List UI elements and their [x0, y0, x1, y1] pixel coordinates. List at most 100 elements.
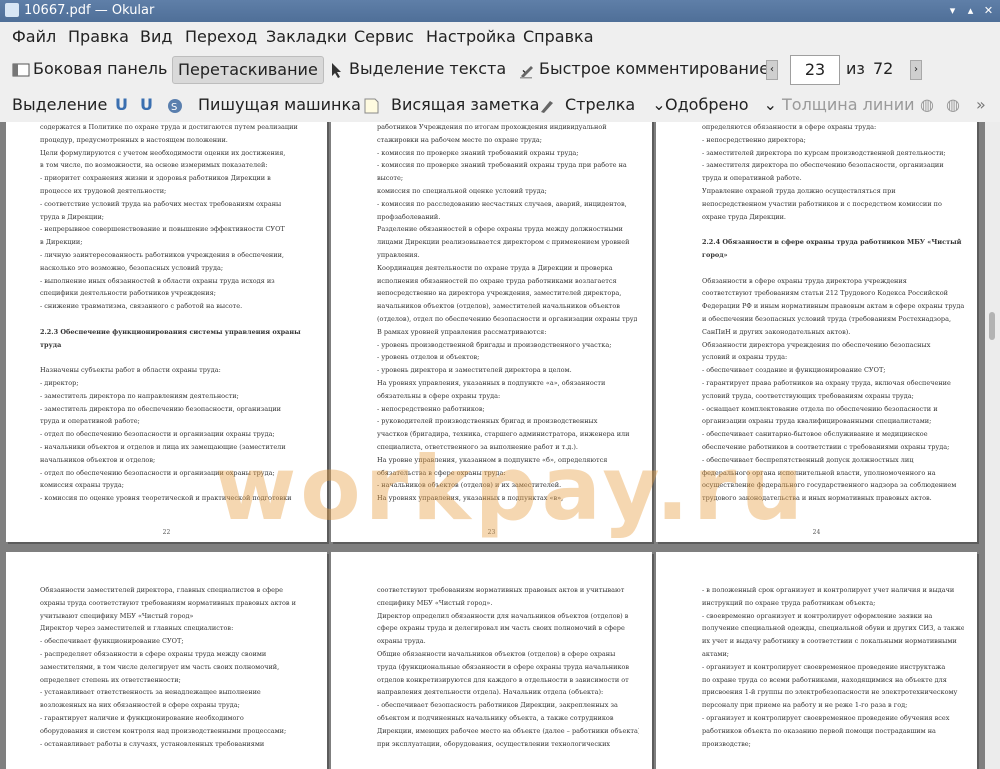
text-line: осуществление федерального государственн… — [702, 481, 957, 490]
menu-settings[interactable]: Настройка — [426, 27, 516, 46]
text-line — [40, 351, 310, 364]
text-line: - обеспечивает санитарно-бытовое обслужи… — [702, 430, 928, 439]
vertical-scrollbar[interactable] — [985, 122, 1000, 769]
page-number: 22 — [162, 529, 171, 536]
prev-page-icon[interactable]: ‹ — [766, 60, 778, 80]
text-line: при эксплуатации, оборудования, осуществ… — [377, 739, 611, 748]
text-line: насколько это возможно, безопасных услов… — [40, 263, 224, 272]
text-line: На уровнях управления, указанных в подпу… — [377, 378, 606, 387]
stamp-button[interactable]: Одобрено ⌄ — [665, 92, 777, 118]
text-line: персоналу при приеме на работу и не реже… — [702, 701, 908, 710]
strikeout-icon[interactable]: S — [166, 92, 187, 118]
menu-bookmarks[interactable]: Закладки — [266, 27, 347, 46]
text-line: - уровень директора и заместителей дирек… — [377, 366, 572, 375]
menu-file[interactable]: Файл — [12, 27, 56, 46]
text-line: в том числе, по возможности, на основе и… — [40, 161, 268, 170]
close-icon[interactable]: ✕ — [982, 4, 995, 17]
scrollbar-thumb[interactable] — [989, 312, 995, 340]
text-line: сфере охраны труда и делегировал им част… — [377, 624, 625, 633]
text-line: Координация деятельности по охране труда… — [377, 263, 613, 272]
opacity-icon[interactable]: ◍ — [946, 92, 960, 118]
squiggle-icon[interactable]: U — [140, 92, 153, 118]
highlight-button[interactable]: Выделение — [12, 92, 107, 118]
text-select-button[interactable]: Выделение текста ⌄ — [328, 56, 533, 82]
note-icon — [362, 97, 380, 115]
text-line: получение специальной одежды, специально… — [702, 624, 964, 633]
text-line: Дирекции, имеющих рабочее место на объек… — [377, 726, 639, 735]
menu-view[interactable]: Вид — [140, 27, 172, 46]
text-line: - заместителя директора по обеспечению б… — [702, 161, 944, 170]
line-width-button[interactable]: Толщина линии — [782, 92, 915, 118]
text-line: - уровень отделов и объектов; — [377, 353, 480, 362]
quick-comment-button[interactable]: Быстрое комментирование — [518, 56, 769, 82]
text-line: соответствуют требованиям статьи 212 Тру… — [702, 289, 948, 298]
text-select-label: Выделение текста — [349, 59, 507, 78]
text-line: охране труда Дирекции. — [702, 212, 786, 221]
text-line: работников объекта по оказанию первой по… — [702, 726, 936, 735]
chevron-down-icon[interactable]: ⌄ — [652, 95, 665, 114]
maximize-icon[interactable]: ▴ — [964, 4, 977, 17]
text-line: 2.2.4 Обязанности в сфере охраны труда р… — [702, 238, 962, 247]
text-line — [40, 313, 310, 326]
text-line: Цели формулируются с учетом необходимост… — [40, 148, 286, 157]
text-line: условий и охраны труда: — [702, 353, 788, 362]
menu-edit[interactable]: Правка — [68, 27, 129, 46]
text-line: - выполнение иных обязанностей в области… — [40, 276, 275, 285]
text-line: присвоения 1-й группы по электробезопасн… — [702, 688, 958, 697]
drag-mode-button[interactable]: Перетаскивание — [172, 56, 324, 84]
text-line: определяет степень их ответственности; — [40, 675, 181, 684]
arrow-label: Стрелка — [565, 95, 636, 114]
window-title: 10667.pdf — Okular — [24, 3, 155, 18]
text-line: оборудования и систем контроля над произ… — [40, 726, 287, 735]
typewriter-label: Пишущая машинка — [198, 95, 361, 114]
text-line: - начальники объектов и отделов и лица и… — [40, 442, 286, 451]
text-line: труда — [40, 340, 62, 349]
okular-app-icon — [5, 3, 19, 17]
sidebar-icon — [12, 61, 30, 79]
line-width-label: Толщина линии — [782, 95, 915, 114]
typewriter-button[interactable]: Пишущая машинка — [198, 92, 361, 118]
text-line: - распределяет обязанности в сфере охран… — [40, 649, 267, 658]
highlight-label: Выделение — [12, 95, 108, 114]
text-line: - заместитель директора по направлениям … — [40, 391, 239, 400]
brush-icon — [538, 97, 556, 115]
text-line: На уровне управления, указанном в подпун… — [377, 455, 608, 464]
text-line: - обеспечивает функционирование СУОТ; — [40, 637, 184, 646]
text-line: Обязанности заместителей директора, глав… — [40, 586, 283, 594]
arrow-button[interactable]: Стрелка ⌄ — [538, 92, 666, 118]
text-line: - обеспечивает безопасность работников Д… — [377, 701, 618, 710]
sidebar-button[interactable]: Боковая панель — [12, 56, 167, 82]
minimize-icon[interactable]: ▾ — [946, 4, 959, 17]
menu-go[interactable]: Переход — [185, 27, 257, 46]
next-page-icon[interactable]: › — [910, 60, 922, 80]
text-line: отделов конкретизируются для каждого в о… — [377, 675, 629, 684]
document-view[interactable]: содержатся в Политике по охране труда и … — [0, 122, 985, 769]
text-line: - начальников объектов (отделов) и их за… — [377, 481, 562, 490]
page-text: - в положенный срок организует и контрол… — [702, 584, 964, 750]
text-line: 2.2.3 Обеспечение функционирования систе… — [40, 327, 301, 336]
text-line: На уровнях управления, указанных в подпу… — [377, 494, 564, 503]
text-line: возложенных на них обязанностей в сфере … — [40, 701, 240, 710]
text-line: направления деятельности отдела). Началь… — [377, 688, 604, 697]
sticky-note-label: Висящая заметка — [391, 95, 540, 114]
chevron-down-icon[interactable]: ⌄ — [764, 95, 777, 114]
text-line: специфики деятельности работников учрежд… — [40, 289, 216, 298]
page-of-label: из — [846, 59, 865, 78]
toolbar-area: Файл Правка Вид Переход Закладки Сервис … — [0, 22, 1000, 123]
text-line: высоте; — [377, 174, 404, 183]
text-line: лицами Дирекции реализовывается директор… — [377, 238, 630, 247]
page-number-input[interactable]: 23 — [790, 55, 840, 85]
text-line — [702, 262, 964, 275]
text-line: актами; — [702, 649, 729, 658]
color-icon[interactable]: ◍ — [920, 92, 934, 118]
sticky-note-button[interactable]: Висящая заметка — [362, 92, 539, 118]
sidebar-label: Боковая панель — [33, 59, 168, 78]
menu-tools[interactable]: Сервис — [354, 27, 414, 46]
title-bar: 10667.pdf — Okular ▾ ▴ ✕ — [0, 0, 1000, 22]
text-line: работников Учреждения по итогам прохожде… — [377, 123, 607, 131]
text-line: объектом и подчиненных начальнику объект… — [377, 713, 614, 722]
page-total: 72 — [873, 59, 894, 78]
menu-help[interactable]: Справка — [523, 27, 594, 46]
overflow-icon[interactable]: » — [976, 92, 986, 118]
underline-icon[interactable]: U — [115, 92, 128, 118]
